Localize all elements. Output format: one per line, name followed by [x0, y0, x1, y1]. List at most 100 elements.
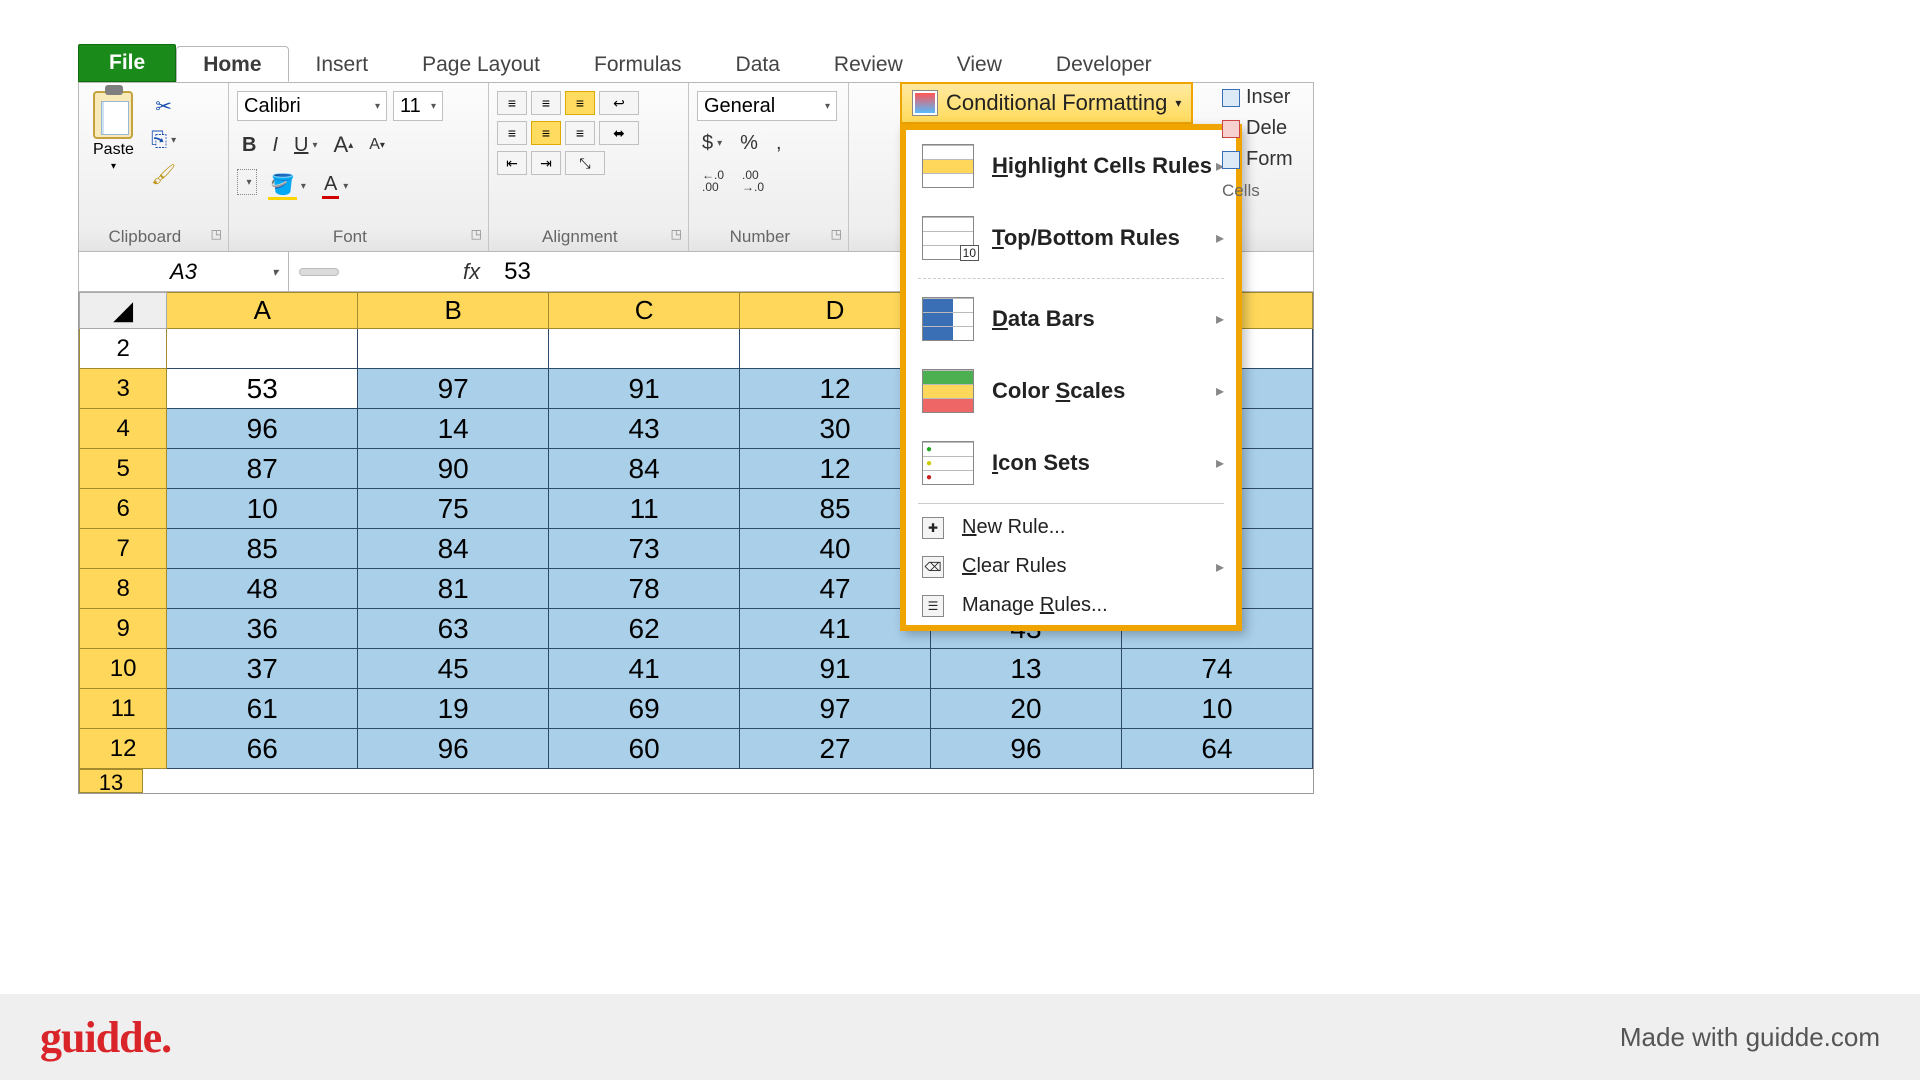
borders-button[interactable] [237, 169, 257, 195]
cf-new-rule[interactable]: ✚ New Rule... [906, 508, 1236, 547]
cell-B11[interactable]: 19 [358, 689, 549, 729]
bold-button[interactable]: B [237, 129, 261, 161]
cell-C2[interactable] [549, 329, 740, 369]
cut-button[interactable]: ✂ [146, 91, 181, 122]
cell-C9[interactable]: 62 [549, 609, 740, 649]
cell-E11[interactable]: 20 [931, 689, 1122, 729]
grow-font-button[interactable]: A▴ [329, 129, 359, 161]
cells-format-button[interactable]: Form [1222, 144, 1293, 175]
name-box[interactable]: A3 [79, 252, 289, 291]
cell-A11[interactable]: 61 [167, 689, 358, 729]
format-painter-button[interactable]: 🖌 [146, 159, 181, 190]
formula-bar-grip[interactable] [299, 268, 339, 276]
cell-A4[interactable]: 96 [167, 409, 358, 449]
copy-button[interactable]: ⎘ [146, 126, 181, 155]
row-header-5[interactable]: 5 [80, 449, 167, 489]
cell-A10[interactable]: 37 [167, 649, 358, 689]
tab-formulas[interactable]: Formulas [567, 46, 709, 82]
cell-A8[interactable]: 48 [167, 569, 358, 609]
cf-data-bars[interactable]: Data Bars [906, 283, 1236, 355]
row-header-13[interactable]: 13 [79, 769, 143, 793]
number-format-select[interactable]: General▾ [697, 91, 837, 121]
conditional-formatting-button[interactable]: Conditional Formatting ▾ [900, 82, 1193, 124]
cell-B9[interactable]: 63 [358, 609, 549, 649]
percent-button[interactable]: % [735, 129, 763, 158]
cell-A12[interactable]: 66 [167, 729, 358, 769]
cell-B2[interactable] [358, 329, 549, 369]
align-top-button[interactable]: ≡ [497, 91, 527, 115]
font-size-select[interactable]: 11▾ [393, 91, 443, 121]
cells-delete-button[interactable]: Dele [1222, 113, 1293, 144]
align-middle-button[interactable]: ≡ [531, 91, 561, 115]
wrap-text-button[interactable]: ↩ [599, 91, 639, 115]
cell-C12[interactable]: 60 [549, 729, 740, 769]
cell-C10[interactable]: 41 [549, 649, 740, 689]
merge-center-button[interactable]: ⬌ [599, 121, 639, 145]
number-launcher[interactable]: ◳ [831, 227, 842, 241]
cells-insert-button[interactable]: Inser [1222, 82, 1293, 113]
tab-insert[interactable]: Insert [289, 46, 396, 82]
cell-C3[interactable]: 91 [549, 369, 740, 409]
paste-button[interactable]: Paste ▾ [87, 91, 140, 172]
underline-button[interactable]: U [289, 129, 322, 161]
clipboard-launcher[interactable]: ◳ [211, 227, 222, 241]
comma-button[interactable]: , [771, 129, 787, 158]
cell-A2[interactable] [167, 329, 358, 369]
cell-C7[interactable]: 73 [549, 529, 740, 569]
row-header-11[interactable]: 11 [80, 689, 167, 729]
align-left-button[interactable]: ≡ [497, 121, 527, 145]
italic-button[interactable]: I [267, 129, 283, 161]
cell-C11[interactable]: 69 [549, 689, 740, 729]
cell-D11[interactable]: 97 [740, 689, 931, 729]
cell-B10[interactable]: 45 [358, 649, 549, 689]
decrease-decimal-button[interactable]: .00→.0 [737, 166, 769, 196]
tab-data[interactable]: Data [709, 46, 807, 82]
tab-review[interactable]: Review [807, 46, 930, 82]
align-center-button[interactable]: ≡ [531, 121, 561, 145]
align-right-button[interactable]: ≡ [565, 121, 595, 145]
cell-C5[interactable]: 84 [549, 449, 740, 489]
tab-file[interactable]: File [78, 44, 176, 82]
row-header-10[interactable]: 10 [80, 649, 167, 689]
cell-A3[interactable]: 53 [167, 369, 358, 409]
row-header-3[interactable]: 3 [80, 369, 167, 409]
font-color-button[interactable]: A [317, 169, 353, 203]
cell-D12[interactable]: 27 [740, 729, 931, 769]
cell-F11[interactable]: 10 [1121, 689, 1312, 729]
shrink-font-button[interactable]: A▾ [364, 129, 390, 161]
increase-indent-button[interactable]: ⇥ [531, 151, 561, 175]
align-bottom-button[interactable]: ≡ [565, 91, 595, 115]
tab-home[interactable]: Home [176, 46, 288, 82]
cf-color-scales[interactable]: Color Scales [906, 355, 1236, 427]
alignment-launcher[interactable]: ◳ [671, 227, 682, 241]
font-name-select[interactable]: Calibri▾ [237, 91, 387, 121]
cell-C6[interactable]: 11 [549, 489, 740, 529]
cell-B4[interactable]: 14 [358, 409, 549, 449]
cell-F12[interactable]: 64 [1121, 729, 1312, 769]
fill-color-button[interactable]: 🪣 [263, 169, 311, 203]
row-header-9[interactable]: 9 [80, 609, 167, 649]
cell-A5[interactable]: 87 [167, 449, 358, 489]
cell-D10[interactable]: 91 [740, 649, 931, 689]
tab-developer[interactable]: Developer [1029, 46, 1179, 82]
cell-B7[interactable]: 84 [358, 529, 549, 569]
row-header-6[interactable]: 6 [80, 489, 167, 529]
increase-decimal-button[interactable]: ←.0.00 [697, 166, 729, 196]
fx-icon[interactable]: fx [449, 259, 494, 285]
row-header-2[interactable]: 2 [80, 329, 167, 369]
cell-B3[interactable]: 97 [358, 369, 549, 409]
row-header-4[interactable]: 4 [80, 409, 167, 449]
tab-page-layout[interactable]: Page Layout [395, 46, 567, 82]
cell-A7[interactable]: 85 [167, 529, 358, 569]
cf-manage-rules[interactable]: ☰ Manage Rules... [906, 586, 1236, 625]
formula-value[interactable]: 53 [494, 258, 531, 286]
row-header-12[interactable]: 12 [80, 729, 167, 769]
cell-B5[interactable]: 90 [358, 449, 549, 489]
cell-F10[interactable]: 74 [1121, 649, 1312, 689]
col-header-C[interactable]: C [549, 293, 740, 329]
decrease-indent-button[interactable]: ⇤ [497, 151, 527, 175]
cell-A9[interactable]: 36 [167, 609, 358, 649]
cell-B12[interactable]: 96 [358, 729, 549, 769]
cell-C4[interactable]: 43 [549, 409, 740, 449]
row-header-7[interactable]: 7 [80, 529, 167, 569]
